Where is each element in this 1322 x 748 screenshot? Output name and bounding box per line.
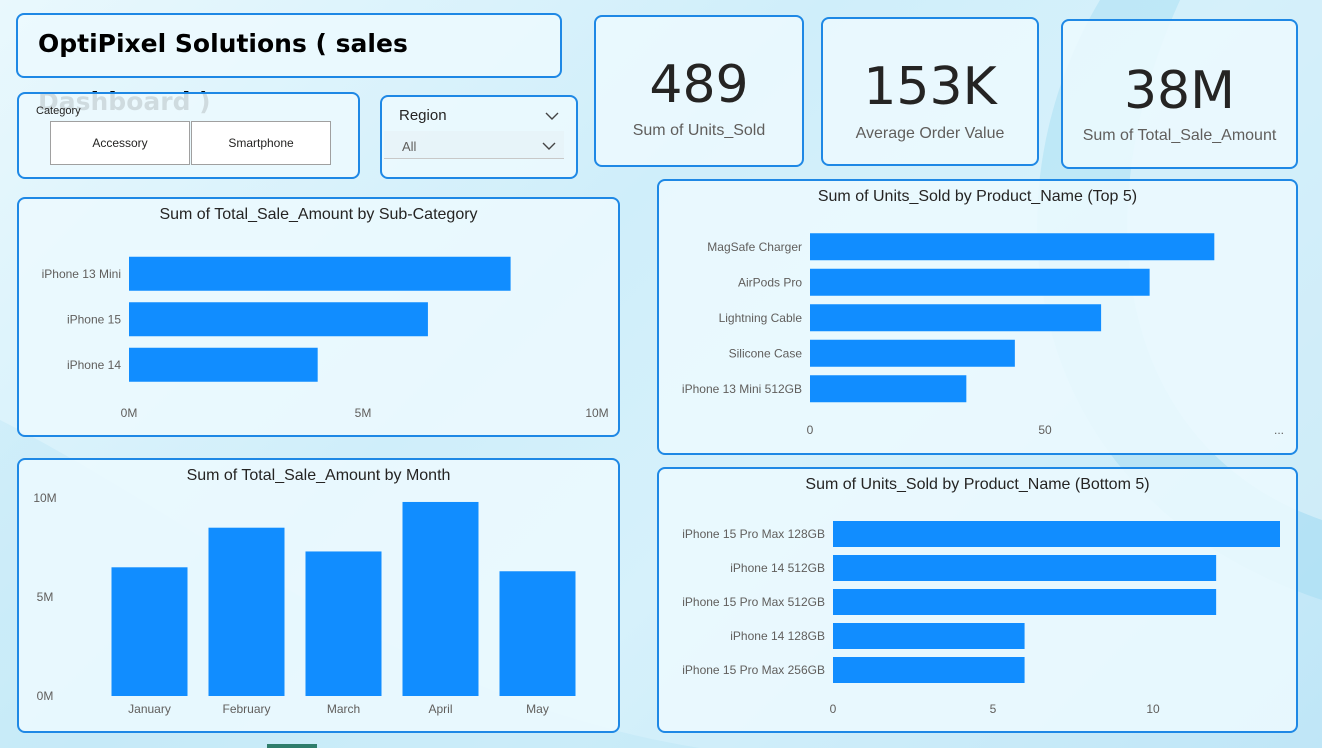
- region-slicer: Region All: [380, 95, 578, 179]
- category-label: February: [222, 702, 270, 716]
- category-label: Silicone Case: [729, 346, 803, 360]
- tick-label: 10M: [33, 491, 56, 505]
- title-card: OptiPixel Solutions ( sales Dashboard ): [16, 13, 562, 116]
- bar: [833, 657, 1025, 683]
- kpi-label: Average Order Value: [855, 125, 1005, 142]
- bar: [129, 256, 511, 291]
- category-slicer: Category Accessory Smartphone: [17, 92, 360, 179]
- bar: [810, 268, 1150, 296]
- category-label: March: [327, 702, 360, 716]
- bar: [402, 501, 479, 696]
- category-label: January: [128, 702, 171, 716]
- bar: [810, 233, 1215, 261]
- kpi-value: 489: [649, 55, 749, 115]
- category-option-smartphone[interactable]: Smartphone: [191, 121, 331, 165]
- month-column-chart: January February March April May 10M 5M 0M: [33, 491, 576, 716]
- chart-card-month: Sum of Total_Sale_Amount by Month Januar…: [17, 458, 620, 733]
- category-label: iPhone 13 Mini 512GB: [682, 382, 802, 396]
- tick-label: 5M: [355, 406, 372, 420]
- bar: [833, 555, 1217, 581]
- category-label: iPhone 15: [67, 312, 121, 326]
- category-slicer-header: Category: [36, 105, 81, 117]
- bar: [810, 375, 967, 403]
- bar: [111, 567, 188, 696]
- subcategory-bar-chart: iPhone 13 Mini iPhone 15 iPhone 14 0M 5M 10M: [42, 256, 609, 420]
- tick-label: 0M: [37, 689, 54, 703]
- category-label: iPhone 13 Mini: [42, 267, 121, 281]
- category-option-accessory[interactable]: Accessory: [50, 121, 190, 165]
- page-tab-indicator[interactable]: [267, 744, 317, 748]
- bar: [810, 339, 1015, 367]
- chart-card-bottom5: Sum of Units_Sold by Product_Name (Botto…: [657, 467, 1298, 733]
- kpi-label: Sum of Total_Sale_Amount: [1082, 127, 1277, 144]
- kpi-label: Sum of Units_Sold: [632, 122, 766, 139]
- bar: [833, 521, 1280, 547]
- chart-card-subcategory: Sum of Total_Sale_Amount by Sub-Category…: [17, 197, 620, 437]
- bar: [305, 551, 382, 696]
- category-label: iPhone 15 Pro Max 256GB: [682, 663, 825, 677]
- tick-label: 0M: [121, 406, 138, 420]
- tick-label: 10M: [585, 406, 608, 420]
- category-label: iPhone 14 512GB: [730, 561, 825, 575]
- chevron-down-icon[interactable]: [545, 111, 559, 121]
- bar: [833, 589, 1217, 615]
- category-label: iPhone 15 Pro Max 512GB: [682, 595, 825, 609]
- kpi-card-units-sold: 489 Sum of Units_Sold: [594, 15, 804, 167]
- tick-label: 50: [1038, 423, 1052, 437]
- region-dropdown[interactable]: All: [384, 131, 564, 159]
- chevron-down-icon: [542, 142, 556, 150]
- kpi-value: 153K: [863, 57, 997, 117]
- tick-label: 0: [830, 702, 837, 716]
- category-label: iPhone 14: [67, 358, 121, 372]
- category-label: iPhone 14 128GB: [730, 629, 825, 643]
- bar: [810, 304, 1102, 332]
- category-label: MagSafe Charger: [707, 240, 802, 254]
- tick-label: ...: [1274, 423, 1284, 437]
- category-label: AirPods Pro: [738, 275, 802, 289]
- kpi-card-total-sale-amount: 38M Sum of Total_Sale_Amount: [1061, 19, 1298, 169]
- bar: [833, 623, 1025, 649]
- category-label: May: [526, 702, 549, 716]
- tick-label: 5: [990, 702, 997, 716]
- category-label: April: [428, 702, 452, 716]
- tick-label: 0: [807, 423, 814, 437]
- category-label: Lightning Cable: [719, 311, 803, 325]
- category-label: iPhone 15 Pro Max 128GB: [682, 527, 825, 541]
- bar: [499, 571, 576, 696]
- bar: [129, 347, 318, 382]
- region-selected-value: All: [402, 139, 417, 154]
- top5-bar-chart: MagSafe Charger AirPods Pro Lightning Cabl…: [682, 233, 1284, 437]
- tick-label: 10: [1146, 702, 1160, 716]
- kpi-card-average-order-value: 153K Average Order Value: [821, 17, 1039, 166]
- bar: [208, 527, 285, 696]
- region-slicer-header: Region: [399, 107, 447, 124]
- tick-label: 5M: [37, 590, 54, 604]
- bar: [129, 302, 428, 337]
- bottom5-bar-chart: iPhone 15 Pro Max 128GB iPhone 14 512GB iP…: [682, 521, 1280, 716]
- chart-card-top5: Sum of Units_Sold by Product_Name (Top 5…: [657, 179, 1298, 455]
- kpi-value: 38M: [1123, 61, 1236, 121]
